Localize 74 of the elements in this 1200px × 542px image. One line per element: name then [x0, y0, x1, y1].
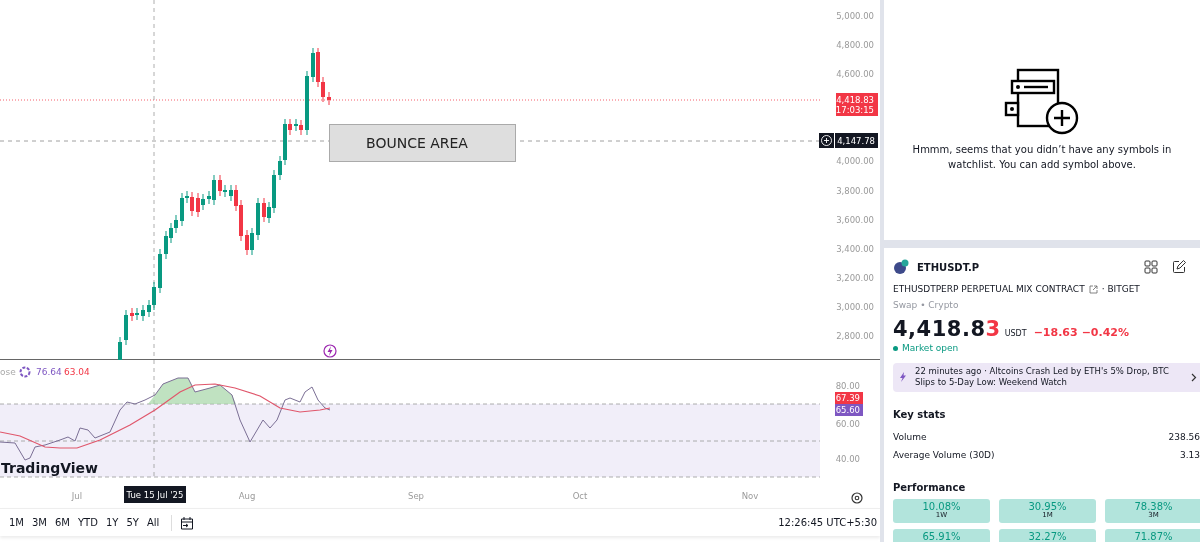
price-label: 3,000.00: [836, 301, 874, 312]
time-label: Aug: [238, 491, 256, 501]
candlestick: [118, 336, 122, 360]
price-change: −18.63: [1033, 327, 1078, 340]
time-label: Sep: [408, 491, 424, 501]
indicator-value-badge: 65.60: [835, 404, 863, 416]
price-label: 4,600.00: [836, 68, 874, 79]
crosshair-price-badge: 4,147.78: [835, 133, 878, 148]
news-headline: 22 minutes ago · Altcoins Crash Led by ETH's 5% Drop, BTC Slips to 5-Day Low: Weekend Watch: [915, 365, 1170, 389]
status-dot-icon: [893, 346, 898, 352]
price-label: 4,800.00: [836, 39, 874, 50]
indicator-value: 76.64: [36, 367, 62, 377]
price-last-digit: 3: [985, 317, 1001, 341]
currency-label: USDT: [1004, 330, 1027, 339]
external-link-icon[interactable]: [1088, 285, 1098, 295]
chevron-right-icon: [1191, 372, 1197, 382]
time-label: Oct: [572, 491, 588, 501]
symbol-ticker: ETHUSDT.P: [917, 260, 980, 275]
legend-label: ose: [0, 367, 16, 377]
news-banner[interactable]: 22 minutes ago · Altcoins Crash Led by ETH's 5% Drop, BTC Slips to 5-Day Low: Weekend Watch: [893, 362, 1200, 392]
plus-icon[interactable]: [819, 133, 834, 148]
candlestick: [124, 309, 128, 346]
section-title: Key stats: [893, 407, 947, 422]
range-button[interactable]: YTD: [74, 515, 102, 530]
candlestick: [158, 248, 162, 294]
price-change-percent: −0.42%: [1081, 327, 1130, 340]
time-label: Nov: [741, 491, 759, 501]
text-annotation: BOUNCE AREA: [329, 124, 516, 162]
range-button[interactable]: 1Y: [101, 515, 123, 530]
range-button[interactable]: 5Y: [122, 515, 143, 530]
time-label: Jul: [71, 491, 83, 501]
exchange-name: · BITGET: [1101, 283, 1140, 296]
price-label: 3,400.00: [836, 243, 874, 254]
candlestick: [256, 197, 260, 241]
indicator-axis-label: 80.00: [835, 381, 860, 391]
stat-value: 238.56: [1168, 430, 1200, 444]
candlestick: [141, 304, 145, 322]
price-label: 2,800.00: [836, 330, 874, 341]
candlestick: [305, 70, 309, 136]
range-button[interactable]: All: [142, 515, 164, 530]
lightning-icon: [899, 372, 907, 383]
section-title: Performance: [893, 480, 967, 495]
price-value: 4,418.8: [893, 317, 986, 341]
price-label: 3,200.00: [836, 272, 874, 283]
contract-name: ETHUSDTPERP PERPETUAL MIX CONTRACT: [893, 283, 1085, 296]
indicator-value: 63.04: [64, 367, 90, 377]
indicator-axis-label: 60.00: [835, 419, 860, 429]
price-label: 5,000.00: [836, 10, 874, 21]
price-label: 3,600.00: [836, 214, 874, 225]
market-status: Market open: [902, 342, 959, 356]
range-button[interactable]: 1M: [5, 515, 28, 530]
indicator-axis-label: 40.00: [835, 454, 860, 464]
indicator-value-badge: 67.39: [835, 392, 863, 404]
time-display: 12:26:45 UTC+5:30: [778, 516, 878, 530]
price-label: 4,000.00: [836, 155, 874, 166]
symbol-category: Swap • Crypto: [893, 298, 960, 312]
candlestick: [327, 91, 331, 106]
stat-value: 3.13: [1179, 449, 1200, 463]
price-label: 3,800.00: [836, 185, 874, 196]
lightning-icon[interactable]: [323, 344, 337, 358]
calendar-icon[interactable]: [180, 515, 195, 530]
empty-watchlist-message: Hmmm, seems that you didn’t have any symbols in watchlist. You can add symbol above.: [911, 143, 1173, 172]
crosshair-date-badge: Tue 15 Jul '25: [124, 486, 186, 503]
stat-label: Average Volume (30D): [893, 449, 995, 463]
symbol-logo-icon: [893, 259, 909, 275]
range-button[interactable]: 6M: [51, 515, 74, 530]
logo-text: TradingView: [1, 460, 98, 476]
indicator-icon[interactable]: [19, 366, 31, 378]
edit-icon[interactable]: [1172, 260, 1186, 274]
grid-icon[interactable]: [1144, 260, 1158, 274]
range-button[interactable]: 3M: [28, 515, 51, 530]
stat-label: Volume: [893, 430, 927, 444]
last-price-badge: 4,418.83 17:03:15: [835, 93, 878, 116]
settings-icon[interactable]: [851, 492, 863, 504]
